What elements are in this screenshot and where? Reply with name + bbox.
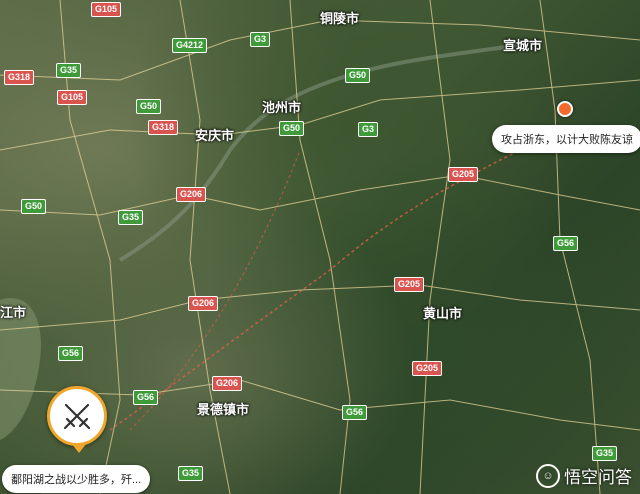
city-label: 宣城市 — [503, 38, 543, 53]
highway-shield: G206 — [176, 187, 207, 202]
highway-shield: G35 — [118, 210, 144, 225]
city-label: 黄山市 — [423, 306, 463, 321]
highway-shield: G105 — [91, 2, 122, 17]
highway-shield: G56 — [553, 236, 579, 251]
brand-watermark: ☺ 悟空问答 — [536, 463, 632, 488]
city-label: 池州市 — [262, 100, 302, 115]
highway-shield: G3 — [358, 122, 379, 137]
city-label: 江市 — [0, 305, 27, 320]
map-view[interactable]: 铜陵市 宣城市 池州市 安庆市 黄山市 景德镇市 江市 G105 G4212 G… — [0, 0, 640, 494]
crossed-swords-icon[interactable] — [47, 386, 107, 453]
highway-shield: G35 — [178, 466, 204, 481]
highway-shield: G205 — [412, 361, 443, 376]
city-label: 铜陵市 — [320, 11, 360, 26]
brand-name: 悟空问答 — [564, 468, 632, 487]
highway-shield: G105 — [57, 90, 88, 105]
highway-shield: G50 — [136, 99, 162, 114]
highway-shield: G50 — [345, 68, 371, 83]
highway-shield: G50 — [279, 121, 305, 136]
highway-shield: G206 — [212, 376, 243, 391]
highway-shield: G3 — [250, 32, 271, 47]
highway-shield: G205 — [394, 277, 425, 292]
highway-shield: G56 — [133, 390, 159, 405]
crossed-swords-glyph — [63, 403, 91, 430]
city-label: 安庆市 — [195, 128, 235, 143]
highway-shield: G4212 — [172, 38, 208, 53]
highway-shield: G35 — [56, 63, 82, 78]
highway-shield: G56 — [58, 346, 84, 361]
highway-shield: G318 — [4, 70, 35, 85]
highway-shield: G35 — [592, 446, 618, 461]
highway-shield: G206 — [188, 296, 219, 311]
highway-shield: G205 — [448, 167, 479, 182]
brand-logo-icon: ☺ — [536, 463, 560, 488]
event-callout[interactable]: 攻占浙东，以计大败陈友谅 — [492, 125, 640, 153]
highway-shield: G318 — [148, 120, 179, 135]
highway-shield: G56 — [342, 405, 368, 420]
highway-shield: G50 — [21, 199, 47, 214]
event-callout[interactable]: 鄱阳湖之战以少胜多，歼... — [2, 465, 151, 493]
location-pin-icon[interactable] — [557, 101, 573, 117]
city-label: 景德镇市 — [197, 402, 250, 417]
